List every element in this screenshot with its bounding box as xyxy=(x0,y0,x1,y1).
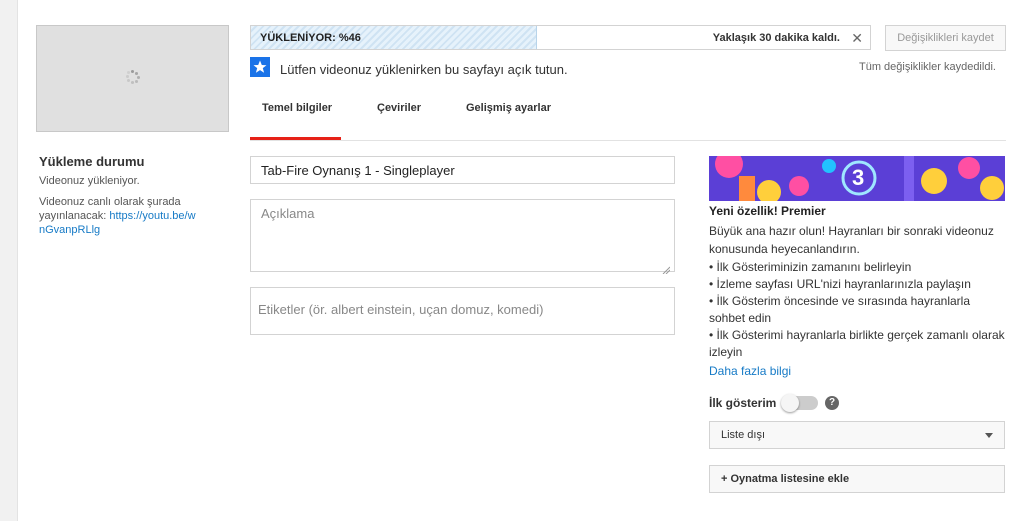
add-to-playlist-button[interactable]: + Oynatma listesine ekle xyxy=(709,465,1005,493)
star-icon xyxy=(250,57,270,77)
visibility-selected-value: Liste dışı xyxy=(721,429,766,441)
premiere-toggle-knob[interactable] xyxy=(781,394,799,412)
chevron-down-icon xyxy=(985,433,993,438)
keep-page-open-notice: Lütfen videonuz yüklenirken bu sayfayı a… xyxy=(280,62,568,77)
premiere-banner-number: 3 xyxy=(852,165,865,190)
tab-advanced-settings[interactable]: Gelişmiş ayarlar xyxy=(466,102,551,114)
list-item: • İzleme sayfası URL'nizi hayranlarınızl… xyxy=(709,277,971,291)
save-changes-button[interactable]: Değişiklikleri kaydet xyxy=(885,25,1006,51)
upload-progress-bar: YÜKLENİYOR: %46 Yaklaşık 30 dakika kaldı… xyxy=(250,25,871,50)
visibility-select[interactable]: Liste dışı xyxy=(709,421,1005,449)
help-icon[interactable]: ? xyxy=(825,396,839,410)
tags-input[interactable]: Etiketler (ör. albert einstein, uçan dom… xyxy=(250,287,675,335)
premiere-toggle-label: İlk gösterim xyxy=(709,396,777,410)
list-item: • İlk Gösterimi hayranlarla birlikte ger… xyxy=(709,328,1005,359)
premiere-title: Yeni özellik! Premier xyxy=(709,204,826,218)
title-input[interactable]: Tab-Fire Oynanış 1 - Singleplayer xyxy=(250,156,675,184)
tabs-divider xyxy=(250,140,1006,141)
premiere-feature-list: • İlk Gösteriminizin zamanını belirleyin… xyxy=(709,259,1005,361)
saved-note: Tüm değişiklikler kaydedildi. xyxy=(859,61,996,73)
upload-remaining-time: Yaklaşık 30 dakika kaldı. xyxy=(712,32,840,44)
description-textarea[interactable]: Açıklama xyxy=(250,199,675,272)
premiere-banner-image: 3 xyxy=(709,156,1005,201)
video-link-info: Videonuz canlı olarak şurada yayınlanaca… xyxy=(39,195,199,237)
list-item: • İlk Gösterim öncesinde ve sırasında ha… xyxy=(709,294,970,325)
loading-spinner-icon xyxy=(126,70,140,84)
premiere-description: Büyük ana hazır olun! Hayranları bir son… xyxy=(709,224,994,256)
learn-more-link[interactable]: Daha fazla bilgi xyxy=(709,364,791,378)
upload-progress-label: YÜKLENİYOR: %46 xyxy=(260,32,361,44)
upload-status-text: Videonuz yükleniyor. xyxy=(39,175,140,187)
close-icon[interactable]: ✕ xyxy=(851,30,863,47)
list-item: • İlk Gösteriminizin zamanını belirleyin xyxy=(709,260,912,274)
tab-translations[interactable]: Çeviriler xyxy=(377,102,421,114)
resize-handle-icon[interactable] xyxy=(662,261,671,275)
tab-basic-info[interactable]: Temel bilgiler xyxy=(262,102,332,114)
upload-status-title: Yükleme durumu xyxy=(39,154,145,169)
